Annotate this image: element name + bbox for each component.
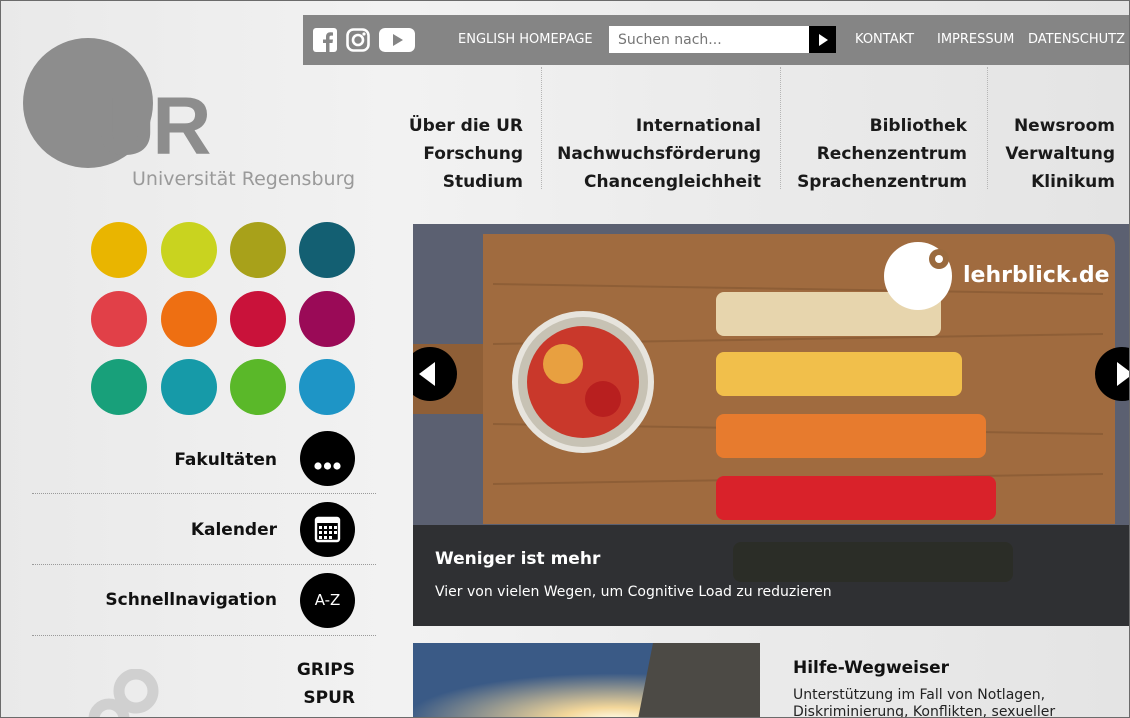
search-input[interactable] [609,26,814,53]
brand-name: lehrblick.de [963,263,1110,288]
faculty-dot[interactable] [91,359,147,415]
calendar-icon[interactable] [300,502,355,557]
search-box [609,26,836,53]
faculty-dot[interactable] [91,222,147,278]
nav-divider [541,67,542,189]
card-title[interactable]: Hilfe-Wegweiser [793,658,949,678]
sunburst-image [413,643,760,717]
nav-item[interactable]: Studium [409,168,523,196]
faculty-dot[interactable] [299,222,355,278]
teaser-slider[interactable]: lehrblick.de Weniger ist mehr Vier von v… [413,224,1129,626]
slider-caption[interactable]: Weniger ist mehr Vier von vielen Wegen, … [413,525,1129,626]
card-text: Unterstützung im Fall von Notlagen, Disk… [793,687,1056,718]
divider [32,635,376,636]
nav-divider [987,67,988,189]
next-arrow-icon[interactable] [1095,347,1129,401]
faculty-dot[interactable] [230,359,286,415]
more-icon[interactable] [300,431,355,486]
slide-title[interactable]: Weniger ist mehr [435,549,600,569]
faculty-dot[interactable] [299,359,355,415]
fakultaeten-label[interactable]: Fakultäten [174,450,277,470]
prev-arrow-icon[interactable] [413,347,457,401]
nav-item[interactable]: Rechenzentrum [797,140,967,168]
nav-divider [780,67,781,189]
nav-item[interactable]: Forschung [409,140,523,168]
faculty-dot[interactable] [299,291,355,347]
brand-logo[interactable]: lehrblick.de [883,241,1113,315]
faculty-dot[interactable] [161,222,217,278]
faculty-dot[interactable] [230,291,286,347]
instagram-icon[interactable] [346,28,370,52]
nav-item[interactable]: Newsroom [1005,112,1115,140]
faculty-dot[interactable] [161,291,217,347]
ring-graphic-icon [88,669,159,717]
logo-name[interactable]: Universität Regensburg [132,168,355,190]
nav-column-4: Newsroom Verwaltung Klinikum [1005,112,1115,196]
english-homepage-link[interactable]: ENGLISH HOMEPAGE [458,32,593,47]
divider [32,493,376,494]
nav-item[interactable]: Verwaltung [1005,140,1115,168]
nav-item[interactable]: Nachwuchsförderung [557,140,761,168]
search-submit-button[interactable] [809,26,836,53]
faculty-dot[interactable] [230,222,286,278]
page-frame: ENGLISH HOMEPAGE KONTAKT IMPRESSUM DATEN… [0,0,1130,718]
card-image[interactable] [413,643,760,717]
faculty-dot[interactable] [161,359,217,415]
nav-item[interactable]: International [557,112,761,140]
kalender-label[interactable]: Kalender [191,520,277,540]
nav-column-3: Bibliothek Rechenzentrum Sprachenzentrum [797,112,967,196]
divider [32,564,376,565]
nav-column-1: Über die UR Forschung Studium [409,112,523,196]
az-button[interactable]: A-Z [300,573,355,628]
facebook-icon[interactable] [313,28,337,52]
slide-subtitle: Vier von vielen Wegen, um Cognitive Load… [435,584,832,600]
schnellnavigation-label[interactable]: Schnellnavigation [105,590,277,610]
logo-mark[interactable]: UR [96,86,211,168]
nav-item[interactable]: Chancengleichheit [557,168,761,196]
nav-item[interactable]: Bibliothek [797,112,967,140]
datenschutz-link[interactable]: DATENSCHUTZ [1028,32,1125,47]
nav-column-2: International Nachwuchsförderung Chancen… [557,112,761,196]
nav-item[interactable]: Klinikum [1005,168,1115,196]
impressum-link[interactable]: IMPRESSUM [937,32,1014,47]
nav-item[interactable]: Sprachenzentrum [797,168,967,196]
nav-item[interactable]: Über die UR [409,112,523,140]
grips-link[interactable]: GRIPS [297,660,355,680]
faculty-dot[interactable] [91,291,147,347]
kontakt-link[interactable]: KONTAKT [855,32,914,47]
top-bar: ENGLISH HOMEPAGE KONTAKT IMPRESSUM DATEN… [303,15,1129,65]
spur-link[interactable]: SPUR [303,688,355,708]
youtube-icon[interactable] [379,28,415,52]
